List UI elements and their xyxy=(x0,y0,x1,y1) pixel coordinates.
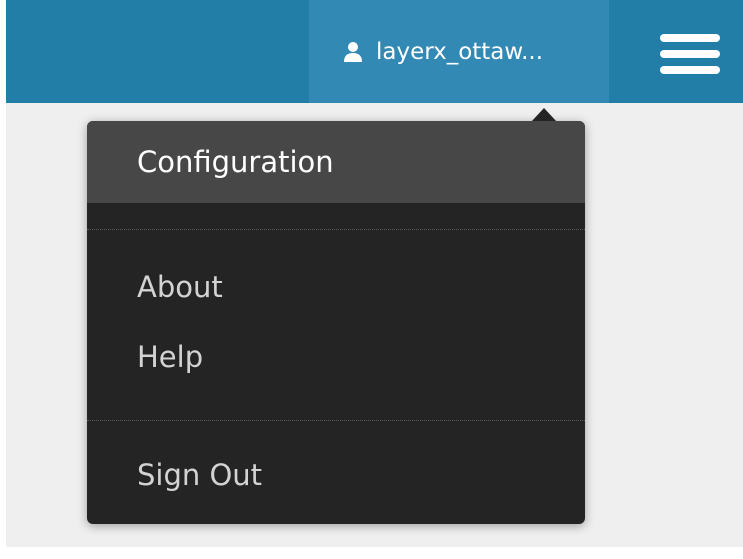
hamburger-line xyxy=(660,66,720,74)
menu-item-label: Configuration xyxy=(137,144,334,179)
hamburger-line xyxy=(660,34,720,42)
bottom-edge xyxy=(0,547,743,559)
dropdown-arrow xyxy=(531,108,557,122)
user-icon xyxy=(340,39,366,65)
hamburger-menu-icon[interactable] xyxy=(660,34,720,74)
menu-item-help[interactable]: Help xyxy=(87,337,585,377)
menu-item-label: About xyxy=(137,269,223,304)
menu-item-label: Sign Out xyxy=(137,457,263,492)
app-screen: layerx_ottaw... Configuration About Help… xyxy=(0,0,743,559)
menu-item-about[interactable]: About xyxy=(87,267,585,307)
menu-item-label: Help xyxy=(137,339,204,374)
menu-divider xyxy=(87,229,585,230)
user-menu-button[interactable]: layerx_ottaw... xyxy=(309,0,609,103)
hamburger-line xyxy=(660,50,720,58)
menu-item-sign-out[interactable]: Sign Out xyxy=(87,455,585,495)
user-name-label: layerx_ottaw... xyxy=(376,38,544,65)
user-dropdown-menu: Configuration About Help Sign Out xyxy=(87,108,585,524)
menu-item-configuration[interactable]: Configuration xyxy=(87,121,585,203)
menu-divider xyxy=(87,420,585,421)
